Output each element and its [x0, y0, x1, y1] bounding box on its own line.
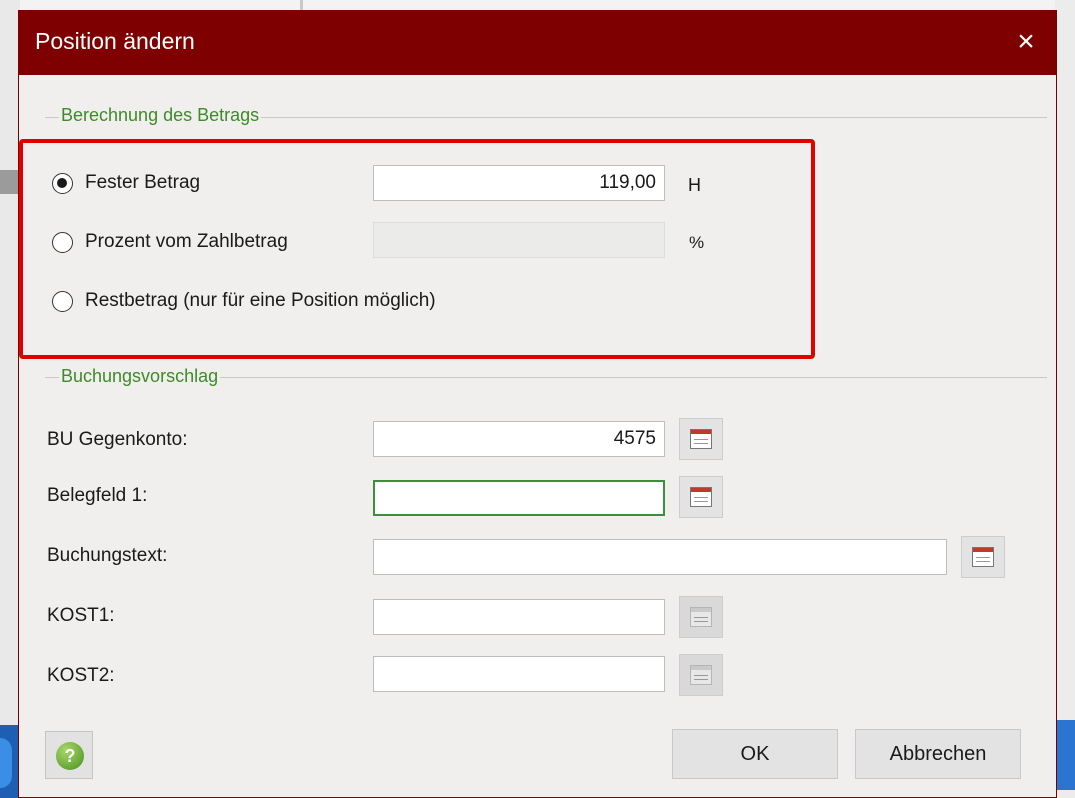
kost2-input[interactable] — [373, 656, 665, 692]
background-block — [0, 170, 20, 194]
background-separator — [300, 0, 303, 10]
kost1-input[interactable] — [373, 599, 665, 635]
fester-betrag-unit: H — [688, 175, 701, 195]
group-label-buchung: Buchungsvorschlag — [59, 366, 221, 387]
label-belegfeld1: Belegfeld 1: — [47, 485, 148, 506]
bu-gegenkonto-lookup-button[interactable] — [679, 418, 723, 460]
calendar-list-icon — [690, 607, 712, 627]
label-kost2: KOST2: — [47, 665, 115, 686]
radio-fester-betrag[interactable] — [52, 173, 73, 194]
fester-betrag-input[interactable]: 119,00 — [373, 165, 665, 201]
prozent-unit: % — [689, 233, 705, 252]
help-icon: ? — [56, 742, 84, 770]
background-left-edge — [0, 0, 20, 798]
close-icon[interactable]: × — [996, 11, 1056, 75]
bu-gegenkonto-input[interactable]: 4575 — [373, 421, 665, 457]
belegfeld1-lookup-button[interactable] — [679, 476, 723, 518]
calendar-list-icon — [690, 487, 712, 507]
label-buchungstext: Buchungstext: — [47, 545, 168, 566]
ok-button[interactable]: OK — [672, 729, 838, 779]
kost2-lookup-button — [679, 654, 723, 696]
radio-label-prozent: Prozent vom Zahlbetrag — [85, 231, 288, 252]
buchungstext-lookup-button[interactable] — [961, 536, 1005, 578]
cancel-button[interactable]: Abbrechen — [855, 729, 1021, 779]
radio-label-fester-betrag: Fester Betrag — [85, 172, 201, 193]
group-label-berechnung: Berechnung des Betrags — [59, 105, 262, 126]
kost1-lookup-button — [679, 596, 723, 638]
dialog-titlebar: Position ändern × — [19, 11, 1056, 75]
background-app-strip — [0, 0, 1075, 10]
label-bu-gegenkonto: BU Gegenkonto: — [47, 429, 188, 450]
radio-prozent-vom-zahlbetrag[interactable] — [52, 232, 73, 253]
position-aendern-dialog: Position ändern × Berechnung des Betrags… — [18, 10, 1057, 798]
background-taskbar-icon-highlight — [0, 738, 12, 788]
belegfeld1-input[interactable] — [373, 480, 665, 516]
calendar-list-icon — [972, 547, 994, 567]
radio-restbetrag[interactable] — [52, 291, 73, 312]
radio-label-restbetrag: Restbetrag (nur für eine Position möglic… — [85, 290, 436, 311]
label-kost1: KOST1: — [47, 605, 115, 626]
dialog-title: Position ändern — [35, 28, 195, 54]
calendar-list-icon — [690, 429, 712, 449]
help-button[interactable]: ? — [45, 731, 93, 779]
background-taskbar-icon-right — [1055, 720, 1075, 790]
calendar-list-icon — [690, 665, 712, 685]
buchungstext-input[interactable] — [373, 539, 947, 575]
background-right-edge — [1055, 0, 1075, 798]
prozent-input[interactable] — [373, 222, 665, 258]
